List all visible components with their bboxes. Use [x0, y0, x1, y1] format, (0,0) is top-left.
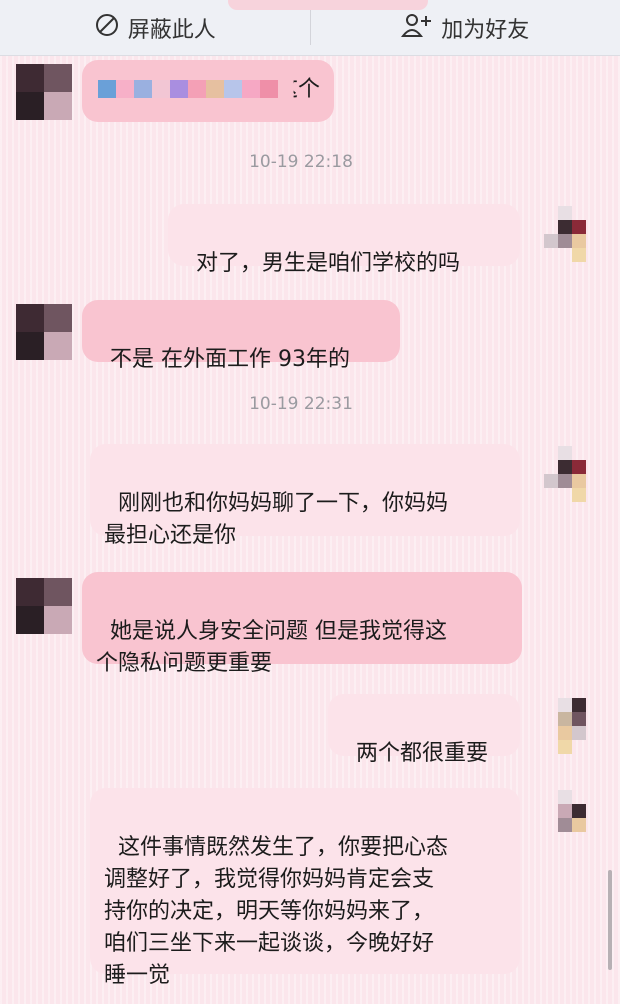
contact-avatar[interactable] [16, 304, 72, 360]
top-pill-decoration [228, 0, 428, 10]
top-action-bar: 屏蔽此人 加为好友 [0, 0, 620, 56]
contact-avatar[interactable] [16, 64, 72, 120]
message-bubble-self: 这件事情既然发生了，你要把心态 调整好了，我觉得你妈妈肯定会支 持你的决定，明天… [90, 788, 520, 988]
message-text: 不是 在外面工作 93年的 [110, 347, 350, 372]
timestamp: 10-19 22:31 [249, 394, 353, 414]
message-bubble-other: 她是说人身安全问题 但是我觉得这 个隐私问题更重要 [82, 572, 522, 676]
scrollbar[interactable] [608, 870, 612, 970]
add-friend-icon [401, 12, 433, 44]
message-text: 两个都很重要 [356, 741, 489, 766]
message-text: 她是说人身安全问题 但是我觉得这 个隐私问题更重要 [96, 619, 447, 676]
timestamp: 10-19 22:18 [249, 152, 353, 172]
block-user-label: 屏蔽此人 [127, 17, 216, 43]
self-avatar[interactable] [544, 790, 600, 846]
self-avatar[interactable] [544, 446, 600, 502]
block-icon [94, 12, 120, 44]
contact-avatar[interactable] [16, 578, 72, 634]
message-bubble-self: 刚刚也和你妈妈聊了一下，你妈妈 最担心还是你 [90, 444, 520, 548]
message-text: 这件事情既然发生了，你要把心态 调整好了，我觉得你妈妈肯定会支 持你的决定，明天… [104, 835, 449, 988]
message-text: 这个 [275, 77, 320, 102]
message-text: 对了，男生是咱们学校的吗 [196, 251, 461, 276]
message-bubble-other: 这个 [82, 60, 334, 122]
self-avatar[interactable] [544, 698, 600, 754]
message-bubble-self: 对了，男生是咱们学校的吗 [168, 204, 520, 276]
pixelated-text [98, 80, 278, 98]
message-bubble-self: 两个都很重要 [328, 694, 520, 766]
self-avatar[interactable] [544, 206, 600, 262]
message-text: 刚刚也和你妈妈聊了一下，你妈妈 最担心还是你 [104, 491, 449, 548]
add-friend-label: 加为好友 [441, 17, 530, 43]
message-bubble-other: 不是 在外面工作 93年的 [82, 300, 400, 372]
